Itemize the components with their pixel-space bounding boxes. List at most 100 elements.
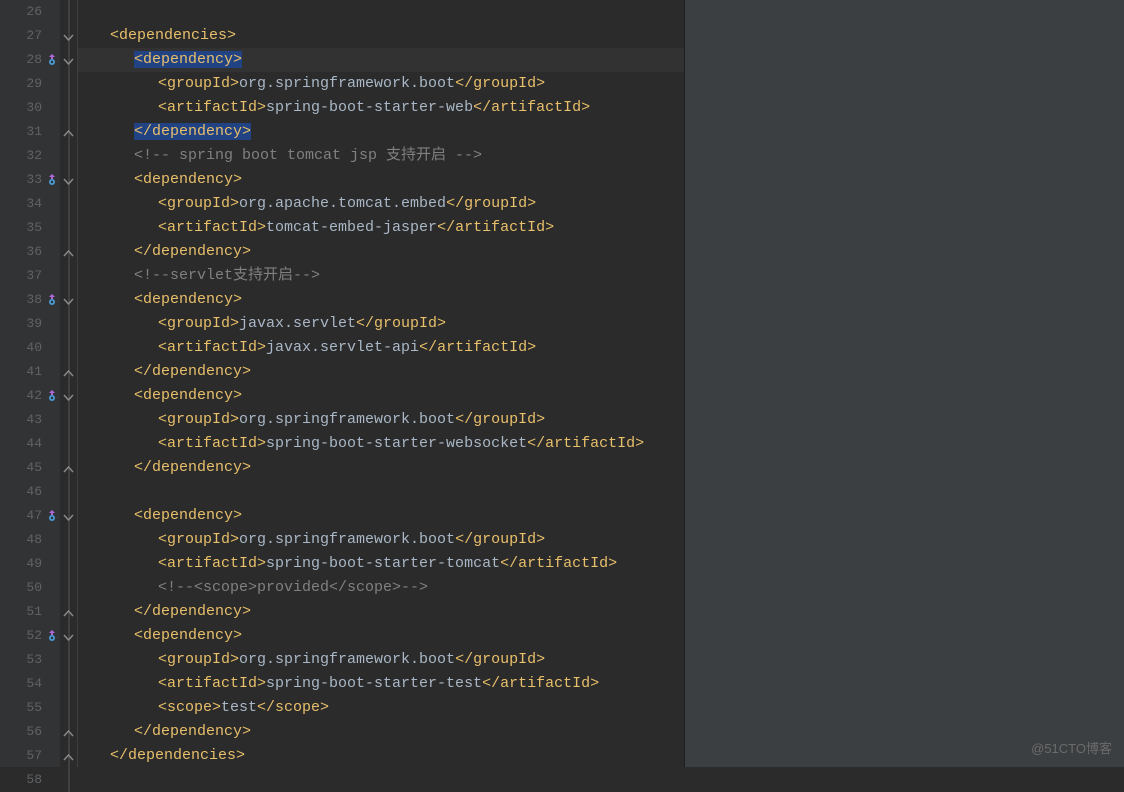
fold-cell bbox=[60, 288, 77, 312]
line-number: 46 bbox=[0, 480, 60, 504]
fold-cell bbox=[60, 336, 77, 360]
code-line[interactable]: </dependency> bbox=[86, 720, 684, 744]
code-line[interactable]: </dependency> bbox=[86, 120, 684, 144]
code-line[interactable]: <!--<scope>provided</scope>--> bbox=[86, 576, 684, 600]
line-number: 41 bbox=[0, 360, 60, 384]
code-line[interactable]: <dependency> bbox=[86, 168, 684, 192]
fold-cell bbox=[60, 672, 77, 696]
fold-cell bbox=[60, 312, 77, 336]
xml-tag: </artifactId> bbox=[419, 339, 536, 356]
code-line[interactable]: <dependency> bbox=[86, 504, 684, 528]
fold-close-icon[interactable] bbox=[63, 727, 74, 738]
fold-close-icon[interactable] bbox=[63, 247, 74, 258]
line-number: 53 bbox=[0, 648, 60, 672]
fold-cell bbox=[60, 144, 77, 168]
gutter-marker-icon[interactable] bbox=[46, 630, 58, 642]
fold-cell bbox=[60, 648, 77, 672]
code-area[interactable]: <dependencies><dependency><groupId>org.s… bbox=[78, 0, 684, 767]
fold-open-icon[interactable] bbox=[63, 175, 74, 186]
code-line[interactable]: <groupId>javax.servlet</groupId> bbox=[86, 312, 684, 336]
gutter-marker-icon[interactable] bbox=[46, 390, 58, 402]
fold-cell bbox=[60, 96, 77, 120]
fold-cell bbox=[60, 168, 77, 192]
code-line[interactable]: <dependency> bbox=[86, 288, 684, 312]
xml-tag: </dependency> bbox=[134, 363, 251, 380]
fold-cell bbox=[60, 240, 77, 264]
code-line[interactable]: </dependency> bbox=[86, 456, 684, 480]
fold-open-icon[interactable] bbox=[63, 295, 74, 306]
line-number: 55 bbox=[0, 696, 60, 720]
xml-tag: <artifactId> bbox=[158, 675, 266, 692]
xml-tag: </dependency> bbox=[134, 723, 251, 740]
xml-text: org.springframework.boot bbox=[239, 651, 455, 668]
code-line[interactable]: <dependency> bbox=[86, 384, 684, 408]
code-line[interactable]: <groupId>org.springframework.boot</group… bbox=[86, 528, 684, 552]
xml-text: spring-boot-starter-web bbox=[266, 99, 473, 116]
fold-close-icon[interactable] bbox=[63, 751, 74, 762]
code-line[interactable]: <artifactId>spring-boot-starter-tomcat</… bbox=[86, 552, 684, 576]
xml-text: javax.servlet-api bbox=[266, 339, 419, 356]
fold-cell bbox=[60, 192, 77, 216]
code-line[interactable]: </dependencies> bbox=[86, 744, 684, 768]
line-number: 48 bbox=[0, 528, 60, 552]
fold-open-icon[interactable] bbox=[63, 391, 74, 402]
xml-comment: <!--<scope>provided</scope>--> bbox=[158, 579, 428, 596]
line-number: 43 bbox=[0, 408, 60, 432]
xml-tag: </groupId> bbox=[455, 411, 545, 428]
xml-tag: <dependency> bbox=[134, 387, 242, 404]
gutter-marker-icon[interactable] bbox=[46, 294, 58, 306]
xml-tag: <artifactId> bbox=[158, 555, 266, 572]
gutter-marker-icon[interactable] bbox=[46, 510, 58, 522]
code-line[interactable] bbox=[86, 480, 684, 504]
gutter-marker-icon[interactable] bbox=[46, 54, 58, 66]
code-line[interactable] bbox=[86, 0, 684, 24]
code-line[interactable]: <artifactId>spring-boot-starter-test</ar… bbox=[86, 672, 684, 696]
code-line[interactable]: <!--servlet支持开启--> bbox=[86, 264, 684, 288]
code-line[interactable]: <dependency> bbox=[86, 48, 684, 72]
xml-text: javax.servlet bbox=[239, 315, 356, 332]
fold-open-icon[interactable] bbox=[63, 511, 74, 522]
code-line[interactable]: <artifactId>tomcat-embed-jasper</artifac… bbox=[86, 216, 684, 240]
xml-comment: <!-- spring boot tomcat jsp 支持开启 --> bbox=[134, 147, 482, 164]
xml-tag: </artifactId> bbox=[527, 435, 644, 452]
xml-tag: </groupId> bbox=[455, 651, 545, 668]
code-line[interactable]: <!-- spring boot tomcat jsp 支持开启 --> bbox=[86, 144, 684, 168]
xml-text: spring-boot-starter-test bbox=[266, 675, 482, 692]
xml-tag: <dependency> bbox=[134, 291, 242, 308]
code-line[interactable]: <groupId>org.springframework.boot</group… bbox=[86, 72, 684, 96]
code-line[interactable]: <artifactId>spring-boot-starter-websocke… bbox=[86, 432, 684, 456]
code-line[interactable]: </dependency> bbox=[86, 360, 684, 384]
code-line[interactable]: <dependencies> bbox=[86, 24, 684, 48]
fold-open-icon[interactable] bbox=[63, 631, 74, 642]
fold-cell bbox=[60, 696, 77, 720]
line-number: 28 bbox=[0, 48, 60, 72]
code-line[interactable]: </dependency> bbox=[86, 240, 684, 264]
code-line[interactable]: <groupId>org.springframework.boot</group… bbox=[86, 648, 684, 672]
xml-text: org.springframework.boot bbox=[239, 531, 455, 548]
fold-close-icon[interactable] bbox=[63, 607, 74, 618]
code-line[interactable]: <artifactId>spring-boot-starter-web</art… bbox=[86, 96, 684, 120]
xml-tag: </dependencies> bbox=[110, 747, 245, 764]
code-line[interactable]: </dependency> bbox=[86, 600, 684, 624]
code-line[interactable]: <scope>test</scope> bbox=[86, 696, 684, 720]
code-line[interactable]: <dependency> bbox=[86, 624, 684, 648]
xml-tag: </dependency> bbox=[134, 603, 251, 620]
line-number: 52 bbox=[0, 624, 60, 648]
code-line[interactable] bbox=[86, 768, 684, 792]
xml-tag: <artifactId> bbox=[158, 99, 266, 116]
fold-close-icon[interactable] bbox=[63, 367, 74, 378]
fold-close-icon[interactable] bbox=[63, 463, 74, 474]
fold-close-icon[interactable] bbox=[63, 127, 74, 138]
fold-open-icon[interactable] bbox=[63, 31, 74, 42]
code-line[interactable]: <groupId>org.apache.tomcat.embed</groupI… bbox=[86, 192, 684, 216]
line-number: 45 bbox=[0, 456, 60, 480]
code-editor[interactable]: 2627282930313233343536373839404142434445… bbox=[0, 0, 1124, 767]
gutter-marker-icon[interactable] bbox=[46, 174, 58, 186]
code-line[interactable]: <groupId>org.springframework.boot</group… bbox=[86, 408, 684, 432]
line-number: 34 bbox=[0, 192, 60, 216]
fold-open-icon[interactable] bbox=[63, 55, 74, 66]
code-line[interactable]: <artifactId>javax.servlet-api</artifactI… bbox=[86, 336, 684, 360]
fold-cell bbox=[60, 24, 77, 48]
xml-text: spring-boot-starter-tomcat bbox=[266, 555, 500, 572]
fold-cell bbox=[60, 768, 77, 792]
